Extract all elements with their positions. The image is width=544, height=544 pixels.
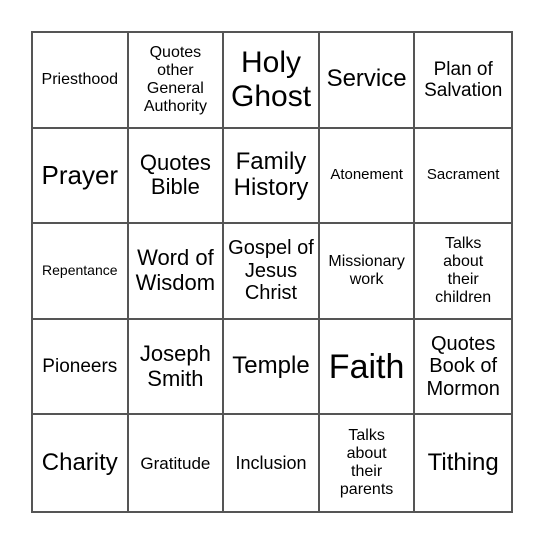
bingo-cell-r2c1[interactable]: Prayer [33, 128, 129, 225]
bingo-card: Priesthood Quotes other General Authorit… [31, 31, 513, 513]
bingo-cell-r4c1[interactable]: Pioneers [33, 319, 129, 416]
bingo-cell-r1c1[interactable]: Priesthood [33, 33, 129, 129]
cell-label: Pioneers [42, 355, 118, 377]
cell-label: Word of Wisdom [135, 245, 216, 295]
cell-label: Gratitude [140, 453, 211, 473]
bingo-cell-r3c2[interactable]: Word of Wisdom [128, 224, 225, 320]
bingo-cell-r1c4[interactable]: Service [319, 33, 416, 129]
bingo-cell-r2c4[interactable]: Atonement [319, 128, 416, 225]
bingo-cell-r1c3[interactable]: Holy Ghost [224, 33, 320, 129]
cell-label: Gospel of Jesus Christ [228, 237, 314, 305]
bingo-cell-r1c2[interactable]: Quotes other General Authority [128, 33, 225, 129]
bingo-cell-r2c2[interactable]: Quotes Bible [128, 128, 225, 225]
cell-label: Quotes Bible [139, 149, 211, 200]
bingo-cell-r5c1[interactable]: Charity [33, 415, 129, 511]
cell-label: Tithing [427, 448, 499, 476]
bingo-cell-r2c3[interactable]: Family History [224, 128, 320, 225]
cell-label: Plan of Salvation [424, 58, 503, 101]
bingo-cell-r5c2[interactable]: Gratitude [129, 415, 225, 511]
bingo-cell-r5c4[interactable]: Talks about their parents [320, 415, 416, 511]
cell-label: Missionary work [328, 253, 405, 288]
cell-label: Holy Ghost [230, 46, 312, 113]
bingo-cell-r3c3[interactable]: Gospel of Jesus Christ [224, 224, 320, 320]
cell-label: Quotes other General Authority [143, 43, 207, 115]
bingo-cell-r3c5[interactable]: Talks about their children [415, 224, 511, 320]
bingo-cell-r4c3[interactable]: Temple [224, 319, 320, 416]
cell-label: Temple [232, 352, 310, 380]
cell-label: Sacrament [426, 165, 500, 183]
cell-label: Prayer [41, 159, 119, 190]
cell-label: Faith [328, 347, 405, 386]
bingo-cell-r4c2[interactable]: Joseph Smith [128, 319, 225, 416]
bingo-cell-r5c3[interactable]: Inclusion [224, 415, 320, 511]
cell-label: Talks about their children [435, 235, 492, 306]
cell-label: Repentance [42, 262, 118, 279]
cell-label: Atonement [330, 165, 403, 183]
bingo-cell-r3c4[interactable]: Missionary work [319, 224, 416, 320]
cell-label: Priesthood [41, 70, 119, 88]
cell-label: Family History [233, 147, 309, 202]
cell-label: Inclusion [235, 453, 307, 474]
bingo-cell-r1c5[interactable]: Plan of Salvation [415, 33, 511, 129]
cell-label: Service [326, 65, 407, 93]
cell-label: Quotes Book of Mormon [426, 333, 500, 400]
bingo-cell-r2c5[interactable]: Sacrament [415, 129, 511, 225]
bingo-cell-r5c5[interactable]: Tithing [415, 415, 511, 511]
cell-label: Talks about their parents [339, 427, 394, 499]
bingo-cell-r4c4[interactable]: Faith [319, 319, 416, 416]
bingo-cell-r4c5[interactable]: Quotes Book of Mormon [415, 320, 511, 416]
cell-label: Joseph Smith [139, 340, 211, 391]
bingo-cell-r3c1[interactable]: Repentance [33, 224, 129, 320]
cell-label: Charity [41, 448, 118, 476]
